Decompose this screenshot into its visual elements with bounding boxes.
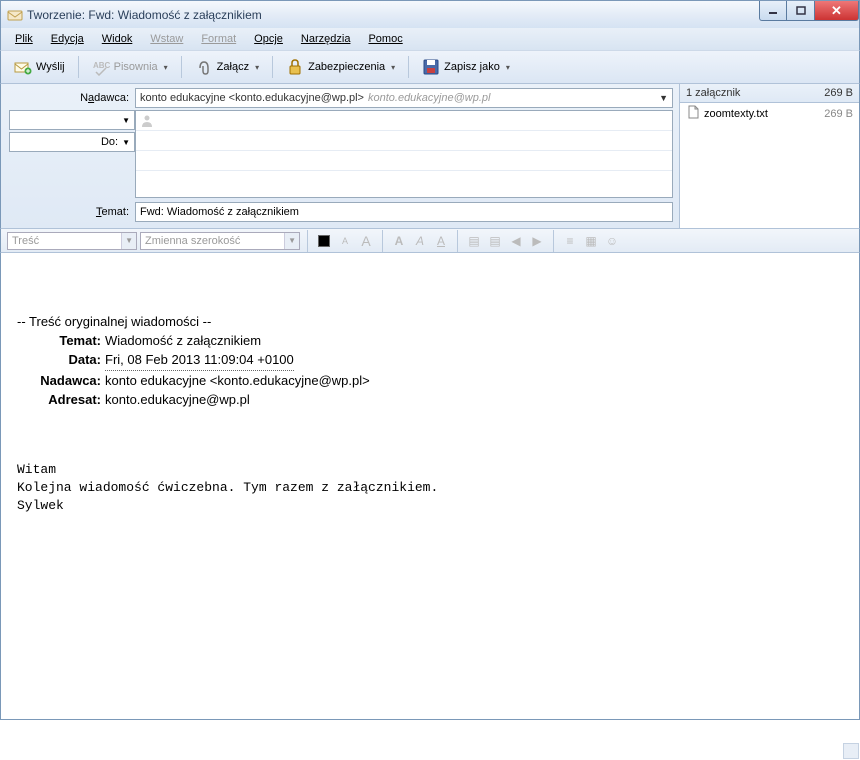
attachments-panel: 1 załącznik 269 B zoomtexty.txt 269 B [679, 84, 859, 228]
menu-tools[interactable]: Narzędzia [293, 31, 359, 47]
lock-icon [286, 58, 304, 76]
menu-options[interactable]: Opcje [246, 31, 291, 47]
recipient-type-select[interactable]: ▼ [9, 110, 135, 130]
separator [272, 56, 273, 78]
insert-button: ▦ [582, 232, 600, 250]
original-message-intro: -- Treść oryginalnej wiadomości -- [17, 313, 843, 331]
attachment-name: zoomtexty.txt [704, 108, 768, 120]
to-label: Do: [101, 136, 118, 148]
file-icon [686, 105, 700, 122]
format-toolbar: Treść▼ Zmienna szerokość▼ A A A A A ▤ ▤ … [0, 229, 860, 253]
minimize-button[interactable] [759, 1, 787, 21]
separator [78, 56, 79, 78]
font-larger-button: A [357, 232, 375, 250]
from-hint: konto.edukacyjne@wp.pl [368, 92, 490, 104]
orig-date-label: Data: [17, 351, 101, 370]
attachments-total-size: 269 B [824, 87, 853, 99]
spelling-button: ABC Pisownia [85, 54, 175, 80]
chevron-down-icon: ▼ [121, 233, 136, 249]
orig-subject-value: Wiadomość z załącznikiem [105, 332, 261, 350]
separator [307, 230, 308, 252]
contact-icon [140, 114, 154, 128]
from-label: Nadawca: [5, 92, 135, 104]
number-list-button: ▤ [486, 232, 504, 250]
window-title: Tworzenie: Fwd: Wiadomość z załącznikiem [27, 8, 262, 22]
bold-button: A [390, 232, 408, 250]
maximize-button[interactable] [787, 1, 815, 21]
attachment-size: 269 B [824, 108, 853, 120]
spelling-label: Pisownia [114, 61, 158, 73]
menu-help[interactable]: Pomoc [360, 31, 410, 47]
chevron-down-icon[interactable]: ▼ [659, 93, 668, 103]
paragraph-style-select: Treść▼ [7, 232, 137, 250]
orig-to-label: Adresat: [17, 391, 101, 409]
svg-text:ABC: ABC [93, 61, 110, 70]
bullet-list-button: ▤ [465, 232, 483, 250]
emoji-button: ☺ [603, 232, 621, 250]
subject-field[interactable]: Fwd: Wiadomość z załącznikiem [135, 202, 673, 222]
body-text: Witam Kolejna wiadomość ćwiczebna. Tym r… [17, 461, 843, 516]
subject-label: Temat: [5, 206, 135, 218]
resize-grip[interactable] [843, 743, 859, 759]
orig-date-value: Fri, 08 Feb 2013 11:09:04 +0100 [105, 351, 294, 370]
separator [181, 56, 182, 78]
separator [382, 230, 383, 252]
orig-from-label: Nadawca: [17, 372, 101, 390]
to-label-cell[interactable]: Do: ▼ [9, 132, 135, 152]
recipients-field[interactable] [135, 110, 673, 198]
orig-from-value: konto edukacyjne <konto.edukacyjne@wp.pl… [105, 372, 370, 390]
italic-button: A [411, 232, 429, 250]
font-select: Zmienna szerokość▼ [140, 232, 300, 250]
app-icon [7, 7, 23, 23]
from-field[interactable]: konto edukacyjne <konto.edukacyjne@wp.pl… [135, 88, 673, 108]
outdent-button: ◀ [507, 232, 525, 250]
text-color-button[interactable] [315, 232, 333, 250]
chevron-down-icon: ▼ [122, 116, 130, 125]
attach-button[interactable]: Załącz [188, 54, 266, 80]
spelling-icon: ABC [92, 58, 110, 76]
saveas-label: Zapisz jako [444, 61, 500, 73]
align-button: ≡ [561, 232, 579, 250]
paperclip-icon [195, 58, 213, 76]
indent-button: ▶ [528, 232, 546, 250]
chevron-down-icon: ▼ [122, 138, 130, 147]
security-label: Zabezpieczenia [308, 61, 385, 73]
send-icon [14, 58, 32, 76]
message-body[interactable]: -- Treść oryginalnej wiadomości -- Temat… [0, 253, 860, 720]
underline-button: A [432, 232, 450, 250]
close-button[interactable]: ✕ [815, 1, 859, 21]
send-button[interactable]: Wyślij [7, 54, 72, 80]
font-smaller-button: A [336, 232, 354, 250]
menu-file[interactable]: Plik [7, 31, 41, 47]
attach-label: Załącz [217, 61, 249, 73]
menu-view[interactable]: Widok [94, 31, 141, 47]
attachment-item[interactable]: zoomtexty.txt 269 B [680, 103, 859, 124]
save-icon [422, 58, 440, 76]
separator [408, 56, 409, 78]
menubar: Plik Edycja Widok Wstaw Format Opcje Nar… [0, 28, 860, 50]
attachments-count: 1 załącznik [686, 87, 740, 99]
titlebar: Tworzenie: Fwd: Wiadomość z załącznikiem… [0, 0, 860, 28]
from-value: konto edukacyjne <konto.edukacyjne@wp.pl… [140, 92, 364, 104]
orig-to-value: konto.edukacyjne@wp.pl [105, 391, 250, 409]
subject-value: Fwd: Wiadomość z załącznikiem [140, 206, 299, 218]
security-button[interactable]: Zabezpieczenia [279, 54, 402, 80]
chevron-down-icon: ▼ [284, 233, 299, 249]
separator [553, 230, 554, 252]
menu-insert: Wstaw [142, 31, 191, 47]
separator [457, 230, 458, 252]
orig-subject-label: Temat: [17, 332, 101, 350]
toolbar: Wyślij ABC Pisownia Załącz Zabezpieczeni… [0, 50, 860, 84]
menu-edit[interactable]: Edycja [43, 31, 92, 47]
header-area: Nadawca: konto edukacyjne <konto.edukacy… [0, 84, 860, 229]
menu-format: Format [193, 31, 244, 47]
send-label: Wyślij [36, 61, 65, 73]
saveas-button[interactable]: Zapisz jako [415, 54, 517, 80]
